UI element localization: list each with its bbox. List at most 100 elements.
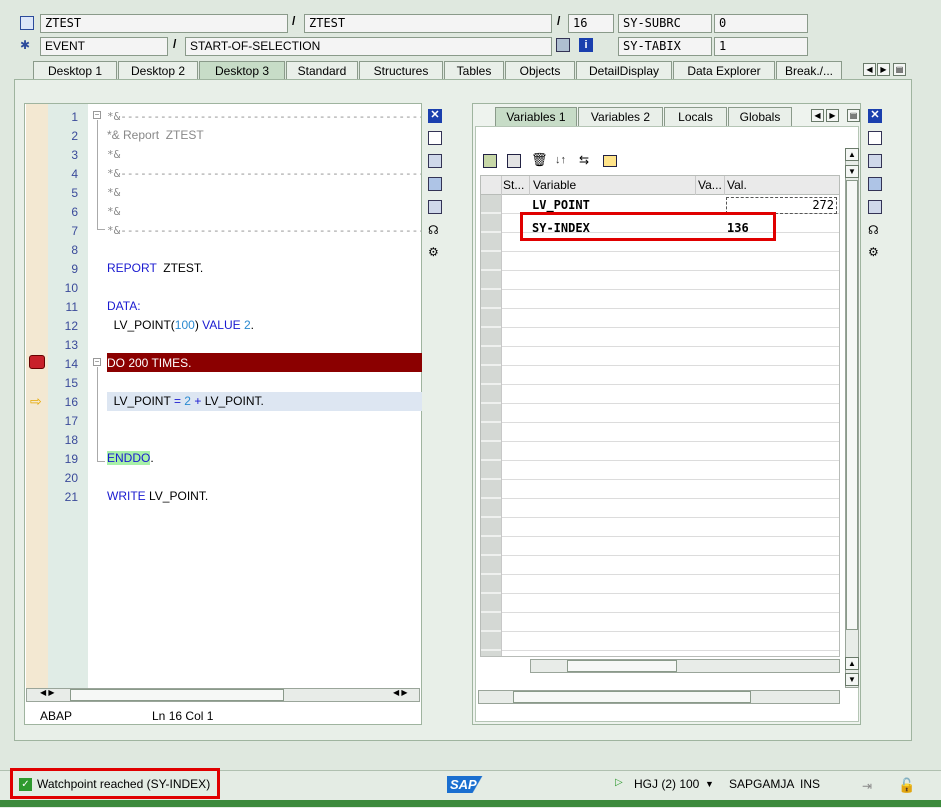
line-number: 4 xyxy=(71,167,78,181)
fold-marker[interactable]: − xyxy=(93,111,101,119)
tab-indent-icon[interactable]: ⇥ xyxy=(862,779,872,793)
copy-tool-icon[interactable] xyxy=(507,154,521,168)
new-tool-icon[interactable] xyxy=(428,131,442,145)
code-line[interactable]: ENDDO. xyxy=(107,451,154,465)
var-tab-left-icon[interactable]: ◀ xyxy=(811,109,824,122)
tab-data-explorer[interactable]: Data Explorer xyxy=(673,61,775,79)
close-icon[interactable]: ✕ xyxy=(428,109,442,123)
var-tab-right-icon[interactable]: ▶ xyxy=(826,109,839,122)
transfer-icon[interactable]: ⇆ xyxy=(579,153,593,167)
tab-scroll-left-icon[interactable]: ◀ xyxy=(863,63,876,76)
settings-tool-icon[interactable]: ⚙ xyxy=(868,245,882,259)
maximize-icon[interactable] xyxy=(868,177,882,191)
code-line[interactable]: *&--------------------------------------… xyxy=(107,223,421,237)
code-line[interactable]: LV_POINT(100) VALUE 2. xyxy=(107,318,254,332)
program-icon xyxy=(20,16,34,30)
scroll-up-icon[interactable]: ▲ xyxy=(845,148,859,161)
line-number: 8 xyxy=(71,243,78,257)
keyword: VALUE xyxy=(202,318,241,332)
close-icon[interactable]: ✕ xyxy=(868,109,882,123)
number: 100 xyxy=(174,318,195,332)
col-header-va[interactable]: Va... xyxy=(698,178,722,192)
tab-desktop-3[interactable]: Desktop 3 xyxy=(199,61,285,79)
col-header-val[interactable]: Val. xyxy=(727,178,747,192)
line-number: 7 xyxy=(71,224,78,238)
tab-list-icon[interactable]: ▤ xyxy=(893,63,906,76)
fold-line xyxy=(97,229,105,230)
line-number: 17 xyxy=(64,414,78,428)
event-field[interactable]: START-OF-SELECTION xyxy=(185,37,552,56)
code-line[interactable]: *& xyxy=(107,204,120,218)
breakpoint-icon[interactable] xyxy=(29,355,45,369)
sysvar2-value[interactable]: 1 xyxy=(714,37,808,56)
cursor-position: Ln 16 Col 1 xyxy=(152,709,214,723)
tab-scroll-right-icon[interactable]: ▶ xyxy=(877,63,890,76)
include-field[interactable]: ZTEST xyxy=(304,14,552,33)
tab-structures[interactable]: Structures xyxy=(359,61,443,79)
scroll-up-icon[interactable]: ▲ xyxy=(845,657,859,670)
info-icon[interactable]: i xyxy=(579,38,593,52)
code-line[interactable]: *& xyxy=(107,185,120,199)
resize-icon[interactable] xyxy=(868,200,882,214)
tab-standard[interactable]: Standard xyxy=(286,61,358,79)
swap-tool-icon[interactable] xyxy=(868,154,882,168)
scroll-down-icon[interactable]: ▼ xyxy=(845,673,859,686)
scroll-down-icon[interactable]: ▼ xyxy=(845,165,859,178)
display-icon[interactable] xyxy=(556,38,570,52)
col-header-variable[interactable]: Variable xyxy=(533,178,576,192)
editor-scroll-thumb[interactable] xyxy=(70,689,284,701)
grid-scroll-thumb[interactable] xyxy=(567,660,677,672)
settings-tool-icon[interactable]: ⚙ xyxy=(428,245,442,259)
code-line[interactable]: LV_POINT = 2 + LV_POINT. xyxy=(107,394,264,408)
lock-icon[interactable]: 🔓 xyxy=(898,777,915,794)
line-number: 15 xyxy=(64,376,78,390)
code-line-current-breakpoint[interactable]: DO 200 TIMES. xyxy=(107,356,191,370)
service-tool-icon[interactable]: ☊ xyxy=(428,223,442,237)
line-number: 19 xyxy=(64,452,78,466)
panel-scroll-thumb[interactable] xyxy=(513,691,751,703)
tab-variables-1[interactable]: Variables 1 xyxy=(495,107,577,126)
system-info[interactable]: HGJ (2) 100 xyxy=(634,771,699,797)
tab-objects[interactable]: Objects xyxy=(505,61,575,79)
tab-tables[interactable]: Tables xyxy=(444,61,504,79)
resize-icon[interactable] xyxy=(428,200,442,214)
service-tool-icon[interactable]: ☊ xyxy=(868,223,882,237)
new-tool-icon[interactable] xyxy=(868,131,882,145)
table-tool-icon[interactable] xyxy=(483,154,497,168)
tab-variables-2[interactable]: Variables 2 xyxy=(578,107,663,126)
sort-icon[interactable]: ↓↑ xyxy=(555,153,569,167)
sysvar1-value[interactable]: 0 xyxy=(714,14,808,33)
play-icon[interactable]: ▷ xyxy=(615,777,623,788)
tab-desktop-1[interactable]: Desktop 1 xyxy=(33,61,117,79)
scroll-right-icon[interactable]: ◀ ▶ xyxy=(393,688,408,697)
code-line[interactable]: *&--------------------------------------… xyxy=(107,166,421,180)
tab-globals[interactable]: Globals xyxy=(728,107,792,126)
folder-icon[interactable] xyxy=(603,155,617,167)
code-line[interactable]: WRITE LV_POINT. xyxy=(107,489,208,503)
comment: *&--------------------------------------… xyxy=(107,167,421,180)
delete-icon[interactable]: 🗑 xyxy=(531,153,548,167)
var-tab-list-icon[interactable]: ▤ xyxy=(847,109,860,122)
maximize-icon[interactable] xyxy=(428,177,442,191)
event-type-field[interactable]: EVENT xyxy=(40,37,168,56)
input-mode[interactable]: INS xyxy=(800,771,820,797)
line-number-field[interactable]: 16 xyxy=(568,14,614,33)
code-line[interactable]: DATA: xyxy=(107,299,141,313)
grid-scroll-thumb[interactable] xyxy=(846,180,858,630)
tab-detaildisplay[interactable]: DetailDisplay xyxy=(576,61,672,79)
swap-tool-icon[interactable] xyxy=(428,154,442,168)
tab-breakpoints[interactable]: Break./... xyxy=(776,61,842,79)
fold-marker[interactable]: − xyxy=(93,358,101,366)
var-row-variable[interactable]: LV_POINT xyxy=(532,198,590,212)
code-line[interactable]: *& Report ZTEST xyxy=(107,128,204,142)
tab-desktop-2[interactable]: Desktop 2 xyxy=(118,61,198,79)
code-line[interactable]: *& xyxy=(107,147,120,161)
system-dropdown-icon[interactable]: ▼ xyxy=(705,779,714,789)
code-line[interactable]: *&--------------------------------------… xyxy=(107,109,421,123)
tab-locals[interactable]: Locals xyxy=(664,107,727,126)
line-number: 11 xyxy=(65,300,78,314)
col-header-status[interactable]: St... xyxy=(503,178,524,192)
scroll-left-icon[interactable]: ◀ ▶ xyxy=(40,688,55,697)
code-line[interactable]: REPORT ZTEST. xyxy=(107,261,203,275)
program-field[interactable]: ZTEST xyxy=(40,14,288,33)
